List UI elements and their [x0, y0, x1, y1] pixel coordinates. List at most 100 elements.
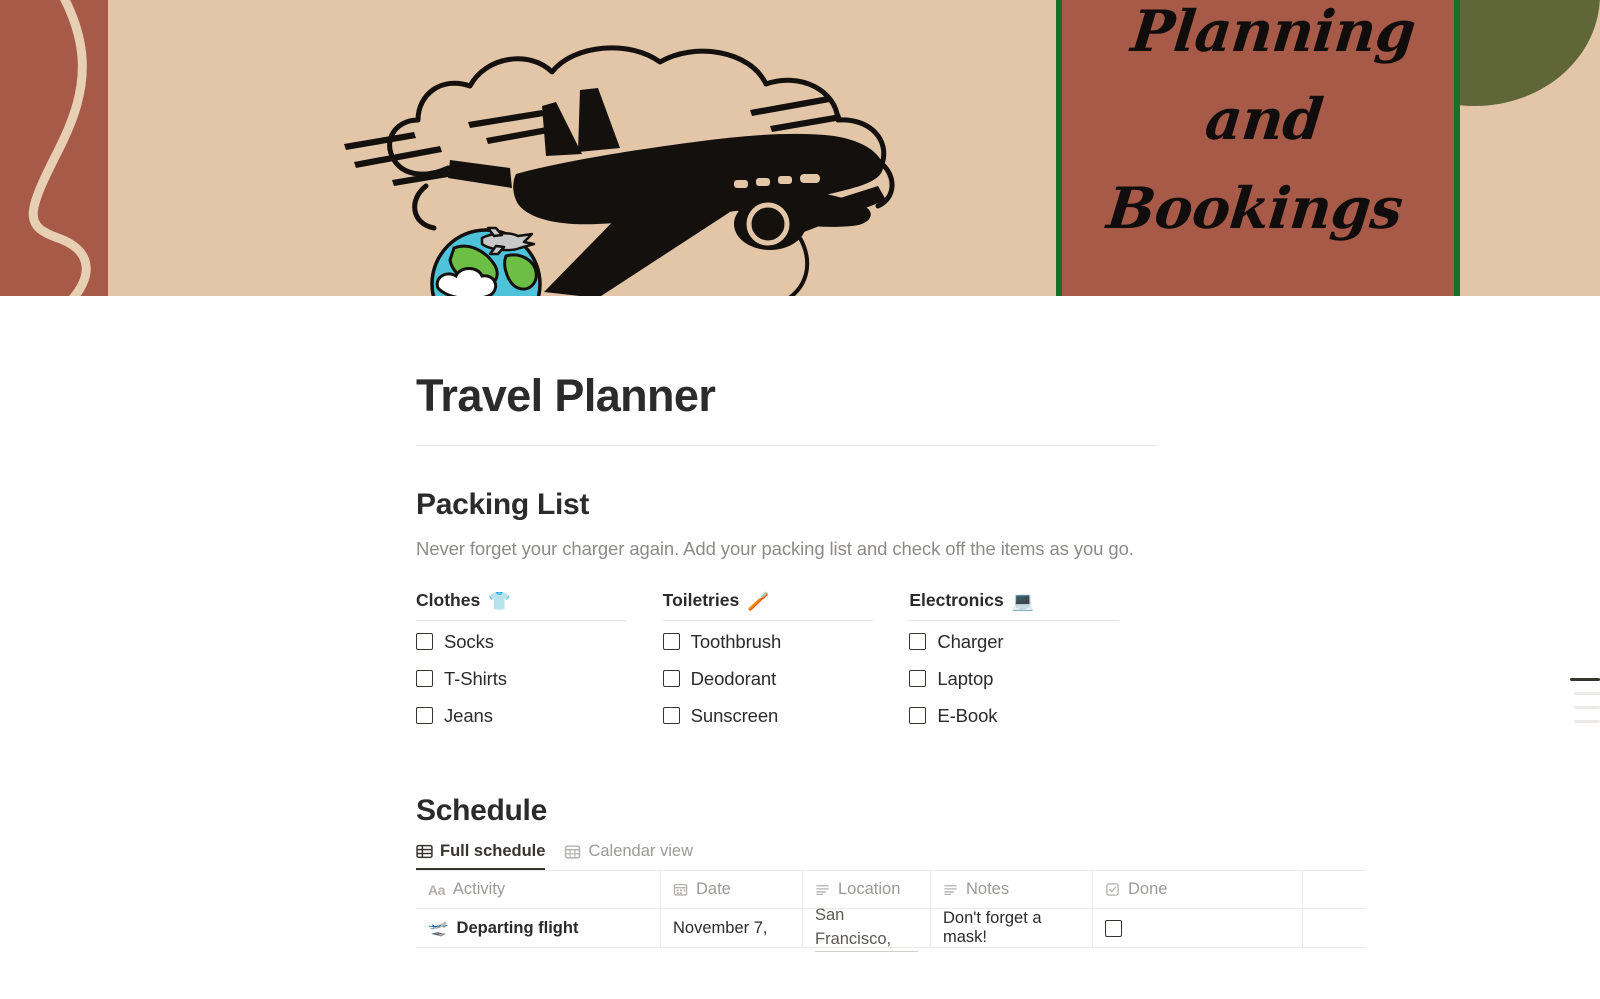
- schedule-heading[interactable]: Schedule: [416, 794, 1366, 828]
- table-row[interactable]: 🛫 Departing flight November 7, San Franc…: [416, 906, 1366, 953]
- packing-item-label: Sunscreen: [690, 704, 779, 726]
- packing-item[interactable]: E-Book: [909, 699, 1156, 732]
- table-header-activity-label: Activity: [452, 880, 506, 898]
- table-of-contents-rail[interactable]: [1542, 678, 1600, 723]
- table-header-done[interactable]: Done: [1093, 871, 1303, 908]
- toothbrush-emoji: 🪥: [747, 590, 770, 611]
- packing-checkbox[interactable]: [416, 633, 433, 650]
- table-header-date[interactable]: Date: [661, 871, 803, 908]
- table-header-add-column[interactable]: [1303, 871, 1366, 908]
- packing-item[interactable]: Deodorant: [662, 662, 910, 695]
- packing-checkbox[interactable]: [662, 633, 680, 650]
- packing-item-label: Laptop: [937, 667, 994, 689]
- packing-list-heading[interactable]: Packing List: [416, 488, 1366, 522]
- calendar-icon: [565, 845, 581, 859]
- table-cell-location[interactable]: San Francisco,: [803, 906, 931, 953]
- page-body: Travel Planner Packing List Never forget…: [0, 296, 1600, 999]
- database-view-tabs: Full schedule Calendar view: [416, 842, 1366, 870]
- table-cell-activity[interactable]: 🛫 Departing flight: [416, 909, 661, 947]
- packing-item-label: Toothbrush: [690, 630, 782, 652]
- toc-line-2[interactable]: [1574, 692, 1600, 695]
- table-cell-location-value: San Francisco,: [815, 904, 918, 953]
- cover-right-rust-panel: Planning and Bookings: [1056, 0, 1460, 296]
- cover-left-rust-panel: [0, 0, 108, 296]
- packing-item[interactable]: Socks: [416, 625, 663, 658]
- packing-item[interactable]: Sunscreen: [662, 699, 910, 732]
- packing-column-toiletries-divider: [662, 620, 873, 621]
- laptop-emoji: 💻: [1011, 590, 1035, 611]
- packing-column-electronics-divider: [909, 620, 1120, 621]
- packing-column-clothes-divider: [416, 620, 626, 621]
- packing-item[interactable]: Charger: [909, 625, 1156, 658]
- table-header-notes[interactable]: Notes: [931, 871, 1093, 908]
- packing-list-columns: Clothes 👕 Socks T-Shirts Jeans Toiletrie…: [416, 590, 1156, 732]
- packing-column-clothes: Clothes 👕 Socks T-Shirts Jeans: [416, 590, 663, 732]
- packing-checkbox[interactable]: [416, 670, 433, 687]
- packing-item[interactable]: Laptop: [909, 662, 1156, 695]
- packing-checkbox[interactable]: [662, 670, 680, 687]
- packing-column-toiletries-header: Toiletries 🪥: [663, 590, 910, 620]
- table-header-notes-label: Notes: [966, 880, 1010, 898]
- packing-column-electronics-title: Electronics: [909, 590, 1004, 610]
- schedule-table: Aa Activity Date Location Notes Done 🛫 D…: [416, 870, 1366, 953]
- page-title[interactable]: Travel Planner: [416, 296, 1366, 422]
- toc-line-4[interactable]: [1574, 720, 1600, 723]
- packing-item[interactable]: T-Shirts: [416, 662, 663, 695]
- table-cell-activity-label: Departing flight: [456, 918, 579, 937]
- packing-column-clothes-header: Clothes 👕: [416, 590, 663, 620]
- packing-item-label: Socks: [444, 630, 494, 652]
- packing-column-electronics-header: Electronics 💻: [909, 590, 1156, 620]
- packing-item-label: E-Book: [937, 704, 998, 726]
- table-cell-date-value: November 7,: [673, 918, 768, 937]
- tab-calendar-view[interactable]: Calendar view: [564, 842, 693, 870]
- packing-column-toiletries-title: Toiletries: [662, 590, 740, 610]
- table-cell-date[interactable]: November 7,: [661, 909, 803, 947]
- table-header-done-label: Done: [1128, 880, 1168, 898]
- packing-item-label: Deodorant: [690, 667, 777, 689]
- packing-item-label: Jeans: [444, 704, 493, 726]
- done-checkbox[interactable]: [1105, 919, 1122, 937]
- tab-full-schedule[interactable]: Full schedule: [416, 842, 546, 870]
- calendar-type-icon: [673, 883, 688, 896]
- cover-banner[interactable]: Planning and Bookings: [0, 0, 1600, 296]
- table-header-date-label: Date: [696, 880, 731, 898]
- packing-item-label: T-Shirts: [444, 667, 507, 689]
- table-header-location-label: Location: [838, 880, 901, 898]
- packing-checkbox[interactable]: [909, 670, 927, 687]
- title-divider: [416, 445, 1156, 446]
- table-header-activity[interactable]: Aa Activity: [416, 871, 661, 908]
- toc-line-1[interactable]: [1570, 678, 1600, 681]
- packing-item-label: Charger: [937, 630, 1004, 652]
- packing-item[interactable]: Toothbrush: [662, 625, 910, 658]
- tab-calendar-view-label: Calendar view: [588, 842, 693, 860]
- cover-script-line-2: Bookings: [1103, 174, 1406, 242]
- cover-script-line-1: Planning and: [1128, 0, 1419, 154]
- cover-far-right-beige: [1460, 0, 1600, 296]
- cover-swirl-decoration: [28, 0, 91, 296]
- text-lines-icon: [816, 885, 829, 896]
- table-header-location[interactable]: Location: [803, 871, 931, 908]
- table-cell-done[interactable]: [1093, 909, 1303, 947]
- table-cell-notes-value: Don't forget a mask!: [943, 909, 1042, 946]
- globe-emoji: [430, 226, 542, 296]
- packing-item[interactable]: Jeans: [416, 699, 663, 732]
- page-content: Travel Planner Packing List Never forget…: [416, 296, 1366, 953]
- packing-checkbox[interactable]: [909, 707, 927, 724]
- tab-full-schedule-label: Full schedule: [440, 842, 546, 860]
- text-type-icon: Aa: [428, 881, 445, 898]
- packing-column-toiletries: Toiletries 🪥 Toothbrush Deodorant Sunscr…: [662, 590, 910, 732]
- checkbox-type-icon: [1106, 883, 1119, 896]
- packing-checkbox[interactable]: [909, 633, 927, 650]
- table-icon: [416, 844, 433, 859]
- packing-checkbox[interactable]: [416, 707, 433, 724]
- toc-line-3[interactable]: [1574, 706, 1600, 709]
- cover-olive-blob: [1460, 0, 1600, 106]
- packing-checkbox[interactable]: [662, 707, 680, 724]
- table-cell-extra: [1303, 909, 1366, 947]
- t-shirt-emoji: 👕: [488, 590, 511, 611]
- packing-column-electronics: Electronics 💻 Charger Laptop E-Book: [909, 590, 1156, 732]
- packing-list-description: Never forget your charger again. Add you…: [416, 538, 1134, 559]
- text-lines-icon: [944, 885, 957, 896]
- cover-script-text: Planning and Bookings: [1048, 0, 1480, 253]
- table-cell-notes[interactable]: Don't forget a mask!: [931, 909, 1093, 947]
